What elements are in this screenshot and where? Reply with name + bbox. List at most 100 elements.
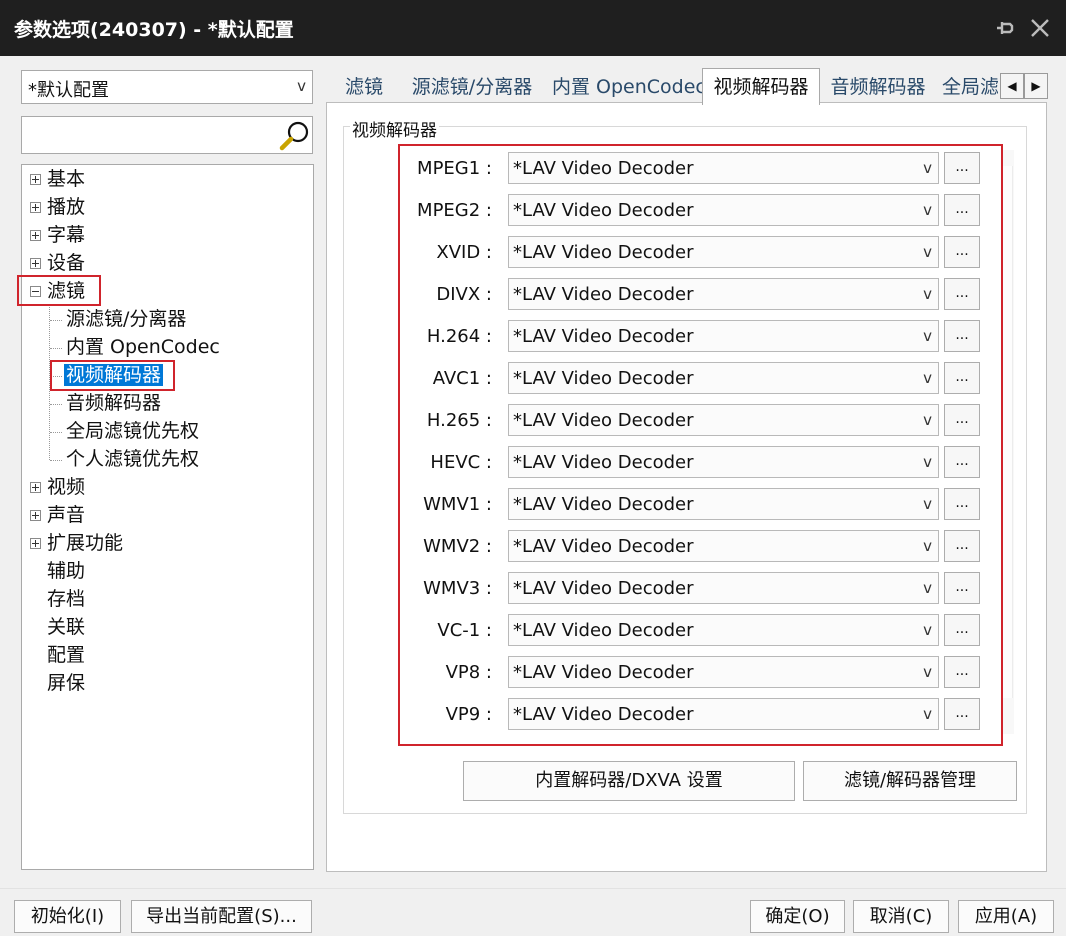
tree-item-associations[interactable]: 关联 bbox=[47, 613, 85, 641]
decoder-settings-button[interactable]: ... bbox=[944, 614, 980, 646]
tree-item-audio-decoder[interactable]: 音频解码器 bbox=[66, 389, 161, 417]
decoder-settings-button[interactable]: ... bbox=[944, 236, 980, 268]
tab-audio-decoder[interactable]: 音频解码器 bbox=[826, 70, 930, 104]
tree-item-archive[interactable]: 存档 bbox=[47, 585, 85, 613]
tree-guide-dot bbox=[50, 376, 62, 377]
pin-icon[interactable] bbox=[990, 14, 1018, 42]
tree-item-screensaver[interactable]: 屏保 bbox=[47, 669, 85, 697]
tree-item-video-decoder[interactable]: 视频解码器 bbox=[64, 361, 164, 389]
tree-item-assist[interactable]: 辅助 bbox=[47, 557, 85, 585]
close-icon[interactable] bbox=[1026, 14, 1054, 42]
decoder-label: H.264 : bbox=[426, 326, 492, 347]
cancel-button[interactable]: 取消(C) bbox=[853, 900, 949, 933]
decoder-settings-button[interactable]: ... bbox=[944, 152, 980, 184]
decoder-select[interactable]: *LAV Video Decoder v bbox=[508, 614, 939, 646]
search-input[interactable] bbox=[26, 121, 266, 149]
expand-icon[interactable] bbox=[30, 202, 41, 213]
chevron-down-icon: v bbox=[923, 327, 932, 345]
tab-filters[interactable]: 滤镜 bbox=[338, 70, 390, 104]
decoder-settings-button[interactable]: ... bbox=[944, 404, 980, 436]
decoder-select[interactable]: *LAV Video Decoder v bbox=[508, 236, 939, 268]
decoder-select[interactable]: *LAV Video Decoder v bbox=[508, 572, 939, 604]
expand-icon[interactable] bbox=[30, 258, 41, 269]
chevron-down-icon: v bbox=[923, 243, 932, 261]
decoder-label: HEVC : bbox=[430, 452, 492, 473]
decoder-select[interactable]: *LAV Video Decoder v bbox=[508, 446, 939, 478]
initialize-button[interactable]: 初始化(I) bbox=[14, 900, 121, 933]
scrollbar[interactable] bbox=[1001, 150, 1014, 734]
collapse-icon[interactable] bbox=[30, 286, 41, 297]
decoder-label: WMV3 : bbox=[423, 578, 492, 599]
chevron-down-icon: v bbox=[923, 705, 932, 723]
decoder-settings-button[interactable]: ... bbox=[944, 320, 980, 352]
filter-manager-button[interactable]: 滤镜/解码器管理 bbox=[803, 761, 1017, 801]
decoder-settings-button[interactable]: ... bbox=[944, 656, 980, 688]
decoder-select[interactable]: *LAV Video Decoder v bbox=[508, 362, 939, 394]
chevron-down-icon: v bbox=[923, 579, 932, 597]
expand-icon[interactable] bbox=[30, 174, 41, 185]
decoder-label: VC-1 : bbox=[437, 620, 492, 641]
expand-icon[interactable] bbox=[30, 538, 41, 549]
decoder-select[interactable]: *LAV Video Decoder v bbox=[508, 488, 939, 520]
expand-icon[interactable] bbox=[30, 482, 41, 493]
scrollbar-thumb[interactable] bbox=[1002, 166, 1013, 698]
decoder-settings-button[interactable]: ... bbox=[944, 530, 980, 562]
decoder-label: VP9 : bbox=[445, 704, 492, 725]
tree-item-builtin-opencodec[interactable]: 内置 OpenCodec bbox=[66, 333, 220, 361]
ok-button[interactable]: 确定(O) bbox=[750, 900, 845, 933]
tab-source-filters[interactable]: 源滤镜/分离器 bbox=[404, 70, 540, 104]
decoder-settings-button[interactable]: ... bbox=[944, 488, 980, 520]
decoder-label: MPEG2 : bbox=[417, 200, 492, 221]
apply-button[interactable]: 应用(A) bbox=[958, 900, 1054, 933]
decoder-select[interactable]: *LAV Video Decoder v bbox=[508, 656, 939, 688]
decoder-settings-button[interactable]: ... bbox=[944, 572, 980, 604]
decoder-settings-button[interactable]: ... bbox=[944, 446, 980, 478]
tree-item-devices[interactable]: 设备 bbox=[47, 249, 85, 277]
tree-item-subtitles[interactable]: 字幕 bbox=[47, 221, 85, 249]
tree-item-video[interactable]: 视频 bbox=[47, 473, 85, 501]
tab-video-decoder[interactable]: 视频解码器 bbox=[702, 68, 820, 105]
decoder-select[interactable]: *LAV Video Decoder v bbox=[508, 530, 939, 562]
decoder-select[interactable]: *LAV Video Decoder v bbox=[508, 278, 939, 310]
chevron-down-icon: v bbox=[923, 537, 932, 555]
decoder-select[interactable]: *LAV Video Decoder v bbox=[508, 698, 939, 730]
dxva-settings-button[interactable]: 内置解码器/DXVA 设置 bbox=[463, 761, 795, 801]
tree-item-source-filters[interactable]: 源滤镜/分离器 bbox=[66, 305, 186, 333]
decoder-settings-button[interactable]: ... bbox=[944, 278, 980, 310]
tree-item-audio[interactable]: 声音 bbox=[47, 501, 85, 529]
profile-select-value: *默认配置 bbox=[28, 80, 109, 101]
export-config-button[interactable]: 导出当前配置(S)... bbox=[131, 900, 312, 933]
chevron-down-icon: v bbox=[923, 621, 932, 639]
decoder-label: XVID : bbox=[436, 242, 492, 263]
tab-scroll-left-icon[interactable]: ◀ bbox=[1000, 73, 1024, 99]
tab-builtin-opencodec[interactable]: 内置 OpenCodec bbox=[552, 70, 706, 104]
decoder-settings-button[interactable]: ... bbox=[944, 698, 980, 730]
profile-select[interactable]: *默认配置 v bbox=[21, 70, 313, 104]
expand-icon[interactable] bbox=[30, 230, 41, 241]
decoder-label: DIVX : bbox=[436, 284, 492, 305]
decoder-select[interactable]: *LAV Video Decoder v bbox=[508, 194, 939, 226]
tree-item-extensions[interactable]: 扩展功能 bbox=[47, 529, 123, 557]
tree-item-config[interactable]: 配置 bbox=[47, 641, 85, 669]
expand-icon[interactable] bbox=[30, 510, 41, 521]
tab-scroller: ◀ ▶ bbox=[1000, 73, 1048, 99]
tab-global-filters[interactable]: 全局滤 bbox=[942, 70, 998, 104]
decoder-select[interactable]: *LAV Video Decoder v bbox=[508, 320, 939, 352]
decoder-settings-button[interactable]: ... bbox=[944, 362, 980, 394]
decoder-label: WMV1 : bbox=[423, 494, 492, 515]
search-icon[interactable] bbox=[278, 119, 312, 153]
decoder-settings-button[interactable]: ... bbox=[944, 194, 980, 226]
tree-item-filters[interactable]: 滤镜 bbox=[47, 277, 85, 305]
tab-scroll-right-icon[interactable]: ▶ bbox=[1024, 73, 1048, 99]
tree-guide-dot bbox=[50, 460, 62, 461]
decoder-select[interactable]: *LAV Video Decoder v bbox=[508, 404, 939, 436]
decoder-select[interactable]: *LAV Video Decoder v bbox=[508, 152, 939, 184]
chevron-down-icon: v bbox=[923, 495, 932, 513]
decoder-label: MPEG1 : bbox=[417, 158, 492, 179]
tree-item-basic[interactable]: 基本 bbox=[47, 165, 85, 193]
chevron-down-icon: v bbox=[923, 663, 932, 681]
tree-item-playback[interactable]: 播放 bbox=[47, 193, 85, 221]
decoder-label: VP8 : bbox=[445, 662, 492, 683]
tree-item-personal-filter-priority[interactable]: 个人滤镜优先权 bbox=[66, 445, 199, 473]
tree-item-global-filter-priority[interactable]: 全局滤镜优先权 bbox=[66, 417, 199, 445]
